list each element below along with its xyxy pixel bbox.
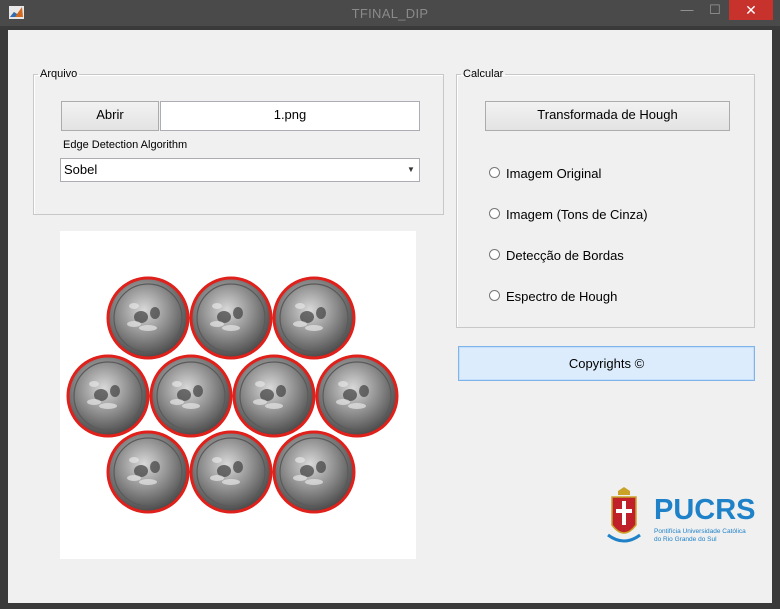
copyrights-button[interactable]: Copyrights © [458,346,755,381]
coin-relief [193,385,203,397]
coin-relief [359,385,369,397]
coin-relief [255,381,265,387]
coin [232,354,316,438]
radio-label: Imagem Original [506,166,602,181]
app-window: TFINAL_DIP — ☐ ✕ Arquivo Abrir 1.png Edg… [0,0,780,609]
radio-label: Imagem (Tons de Cinza) [506,207,648,222]
coin [66,354,150,438]
coin-relief [336,399,350,405]
coin [189,430,273,514]
coin [315,354,399,438]
coin-relief [293,475,307,481]
coin-relief [276,385,286,397]
coin-relief [338,381,348,387]
coin-relief [316,461,326,473]
radio-label: Espectro de Hough [506,289,618,304]
coin-relief [139,325,157,331]
coin-relief [129,303,139,309]
coin [149,354,233,438]
coin-relief [182,403,200,409]
coin-relief [210,321,224,327]
arquivo-legend: Arquivo [40,68,78,80]
svg-text:PUCRS: PUCRS [654,494,756,526]
coin-relief [99,403,117,409]
coin-relief [210,475,224,481]
algorithm-selected-value: Sobel [64,162,98,177]
image-display [60,231,416,559]
title-bar[interactable]: TFINAL_DIP — ☐ ✕ [0,0,780,26]
window-title: TFINAL_DIP [351,6,429,21]
algorithm-label: Edge Detection Algorithm [63,139,188,151]
coin-relief [295,457,305,463]
coin-relief [110,385,120,397]
coins-image [66,276,399,514]
coin-relief [348,403,366,409]
calcular-legend: Calcular [463,68,504,80]
coin-relief [212,303,222,309]
coin-relief [233,461,243,473]
coin [272,430,356,514]
minimize-button[interactable]: — [672,0,702,20]
coin-relief [212,457,222,463]
coin-relief [150,461,160,473]
coin-relief [222,325,240,331]
coin-relief [253,399,267,405]
coin-relief [233,307,243,319]
coin-relief [127,475,141,481]
chevron-down-icon[interactable]: ▼ [404,160,418,180]
coin-relief [305,325,323,331]
figure-client-area: Arquivo Abrir 1.png Edge Detection Algor… [8,30,772,603]
coin [106,276,190,360]
radio-circle[interactable] [489,167,500,178]
radio-circle[interactable] [489,290,500,301]
hough-transform-button[interactable]: Transformada de Hough [485,101,730,131]
radio-circle[interactable] [489,208,500,219]
coin-relief [316,307,326,319]
coin-relief [139,479,157,485]
algorithm-select[interactable]: Sobel ▼ [60,158,420,182]
coin [189,276,273,360]
coin-relief [293,321,307,327]
coin-relief [129,457,139,463]
coin-relief [172,381,182,387]
coin-relief [127,321,141,327]
coin-relief [222,479,240,485]
coin-relief [265,403,283,409]
pucrs-logo: PUCRS Pontifícia Universidade Católica d… [602,485,762,555]
radio-label: Detecção de Bordas [506,248,624,263]
coin [272,276,356,360]
svg-text:Pontifícia Universidade Católi: Pontifícia Universidade Católica [654,528,746,535]
coin-relief [87,399,101,405]
filename-field[interactable]: 1.png [160,101,420,131]
open-button[interactable]: Abrir [61,101,159,131]
coin-relief [305,479,323,485]
coin [106,430,190,514]
radio-circle[interactable] [489,249,500,260]
maximize-button[interactable]: ☐ [700,0,730,20]
close-button[interactable]: ✕ [729,0,773,20]
coin-relief [295,303,305,309]
coin-relief [170,399,184,405]
svg-text:do Rio Grande do Sul: do Rio Grande do Sul [654,536,717,543]
pucrs-crest-icon: PUCRS Pontifícia Universidade Católica d… [607,487,756,543]
coin-relief [150,307,160,319]
coin-relief [89,381,99,387]
